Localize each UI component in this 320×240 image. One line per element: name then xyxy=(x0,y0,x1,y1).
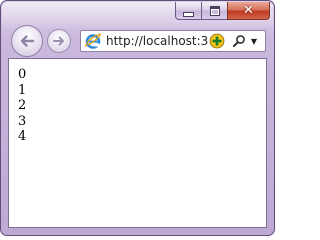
search-icon[interactable] xyxy=(232,34,246,48)
forward-button[interactable] xyxy=(47,29,71,53)
browser-window: ✕ http://localhost:3 ▼ 0 1 2 3 4 xyxy=(0,0,275,236)
list-item: 0 xyxy=(18,67,27,82)
back-arrow-icon xyxy=(20,35,35,47)
address-bar[interactable]: http://localhost:3 ▼ xyxy=(80,30,266,52)
number-list: 0 1 2 3 4 xyxy=(18,67,26,145)
maximize-button[interactable] xyxy=(201,2,227,20)
list-item: 1 xyxy=(18,82,27,98)
ie-icon xyxy=(85,33,101,49)
forward-arrow-icon xyxy=(53,36,64,46)
maximize-icon xyxy=(209,5,220,16)
url-text[interactable]: http://localhost:3 xyxy=(106,33,208,49)
compatibility-view-icon[interactable] xyxy=(209,33,225,49)
close-icon: ✕ xyxy=(243,3,254,18)
list-item: 2 xyxy=(18,98,27,113)
minimize-icon xyxy=(183,11,194,17)
page-content: 0 1 2 3 4 xyxy=(8,58,267,228)
list-item: 3 xyxy=(18,113,27,129)
list-item: 4 xyxy=(18,129,27,144)
back-button[interactable] xyxy=(11,25,43,57)
minimize-button[interactable] xyxy=(175,2,201,20)
chevron-down-icon[interactable]: ▼ xyxy=(248,34,260,48)
close-button[interactable]: ✕ xyxy=(227,2,270,20)
caption-buttons: ✕ xyxy=(175,2,270,21)
